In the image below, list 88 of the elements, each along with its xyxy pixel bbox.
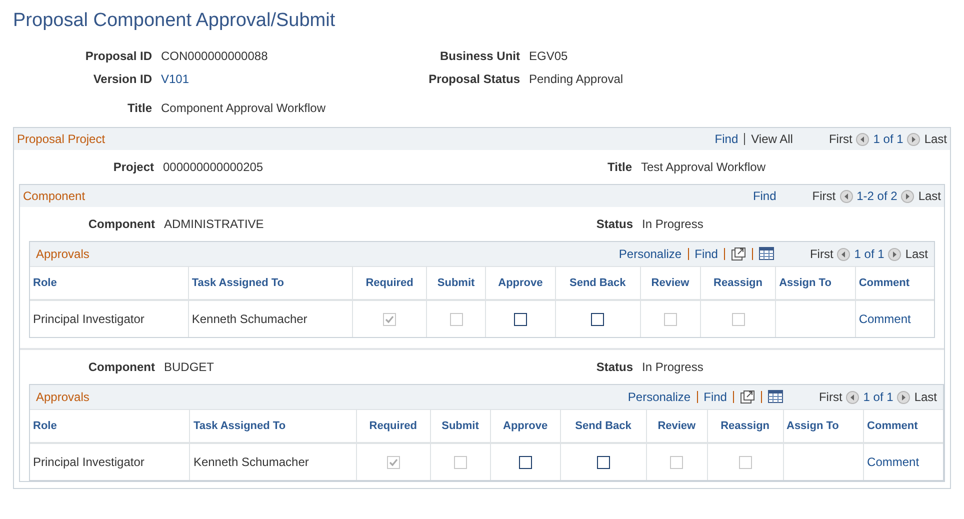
table-cell: Principal Investigator <box>30 443 190 480</box>
field-value: Component Approval Workflow <box>161 101 327 115</box>
next-icon[interactable] <box>888 248 902 260</box>
field-value: In Progress <box>642 360 704 374</box>
previous-icon[interactable] <box>856 132 870 146</box>
column-header: Approve <box>486 267 556 300</box>
column-header: Comment <box>864 410 943 443</box>
section-title: Approvals <box>36 247 90 261</box>
column-header: Approve <box>490 410 560 443</box>
next-icon[interactable] <box>901 190 914 202</box>
column-header: Task Assigned To <box>188 267 353 300</box>
checkbox[interactable] <box>591 313 604 326</box>
column-header: Assign To <box>783 410 864 443</box>
field-value: Test Approval Workflow <box>641 160 766 174</box>
checkbox[interactable] <box>514 313 527 326</box>
first-label: First <box>828 132 852 146</box>
section-title: Approvals <box>36 390 90 404</box>
first-label: First <box>810 247 834 261</box>
previous-icon[interactable] <box>837 248 850 260</box>
comment-link[interactable]: Comment <box>867 455 920 469</box>
next-icon[interactable] <box>897 390 910 404</box>
page-title: Proposal Component Approval/Submit <box>13 10 336 32</box>
find-link[interactable]: Find <box>714 132 738 146</box>
field-label: Project <box>112 160 154 174</box>
checkbox[interactable] <box>596 456 610 470</box>
page-range-link[interactable]: 1 of 1 <box>863 390 894 404</box>
checkbox[interactable] <box>518 456 532 470</box>
field-label: Component <box>87 217 155 231</box>
find-link[interactable]: Find <box>694 247 718 261</box>
find-link[interactable]: Find <box>752 189 776 203</box>
section-title: Component <box>23 189 86 203</box>
popout-icon[interactable] <box>740 390 755 404</box>
popout-icon[interactable] <box>730 247 746 261</box>
column-header: Reassign <box>707 410 783 443</box>
column-header: Reassign <box>700 267 776 300</box>
table-cell: Principal Investigator <box>30 300 188 337</box>
version-link[interactable]: V101 <box>161 72 411 86</box>
section-title: Proposal Project <box>17 132 106 146</box>
field-label: Version ID <box>92 72 152 86</box>
column-header: Submit <box>426 267 486 300</box>
field-label: Business Unit <box>438 49 520 63</box>
field-label: Title <box>126 101 152 115</box>
column-header: Send Back <box>560 410 646 443</box>
field-value: EGV05 <box>529 49 569 63</box>
column-header: Required <box>352 267 426 300</box>
find-link[interactable]: Find <box>704 390 727 404</box>
field-value: CON000000000088 <box>161 49 269 63</box>
last-label: Last <box>924 132 947 146</box>
comment-link[interactable]: Comment <box>858 312 911 326</box>
column-header: Submit <box>430 410 490 443</box>
field-value: 000000000000205 <box>163 160 264 174</box>
column-header: Role <box>30 267 188 300</box>
page-range-link[interactable]: 1-2 of 2 <box>856 189 898 203</box>
field-label: Status <box>595 360 633 374</box>
personalize-link[interactable]: Personalize <box>618 247 682 261</box>
field-value: In Progress <box>642 217 704 231</box>
field-value: Pending Approval <box>529 72 624 86</box>
page-range-link[interactable]: 1 of 1 <box>854 247 884 261</box>
column-header: Required <box>356 410 430 443</box>
column-header: Role <box>30 410 190 443</box>
view-all-label: View All <box>751 132 793 146</box>
personalize-link[interactable]: Personalize <box>628 390 691 404</box>
field-value: ADMINISTRATIVE <box>164 217 265 231</box>
first-label: First <box>818 390 842 404</box>
column-header: Assign To <box>776 267 856 300</box>
field-label: Status <box>595 217 633 231</box>
field-label: Component <box>87 360 155 374</box>
last-label: Last <box>905 247 928 261</box>
table-cell: Kenneth Schumacher <box>190 443 356 480</box>
last-label: Last <box>918 189 941 203</box>
column-header: Comment <box>855 267 934 300</box>
field-label: Proposal Status <box>428 72 520 86</box>
previous-icon[interactable] <box>846 390 860 404</box>
field-label: Title <box>606 160 632 174</box>
column-header: Review <box>640 267 700 300</box>
spreadsheet-icon[interactable] <box>768 390 783 404</box>
spreadsheet-icon[interactable] <box>758 247 774 261</box>
page-range-link[interactable]: 1 of 1 <box>873 132 904 146</box>
next-icon[interactable] <box>907 132 920 146</box>
column-header: Send Back <box>555 267 640 300</box>
field-value: BUDGET <box>164 360 216 374</box>
first-label: First <box>812 189 836 203</box>
previous-icon[interactable] <box>840 190 853 202</box>
column-header: Task Assigned To <box>190 410 356 443</box>
table-cell: Kenneth Schumacher <box>188 300 353 337</box>
column-header: Review <box>646 410 708 443</box>
last-label: Last <box>914 390 937 404</box>
field-label: Proposal ID <box>84 49 152 63</box>
